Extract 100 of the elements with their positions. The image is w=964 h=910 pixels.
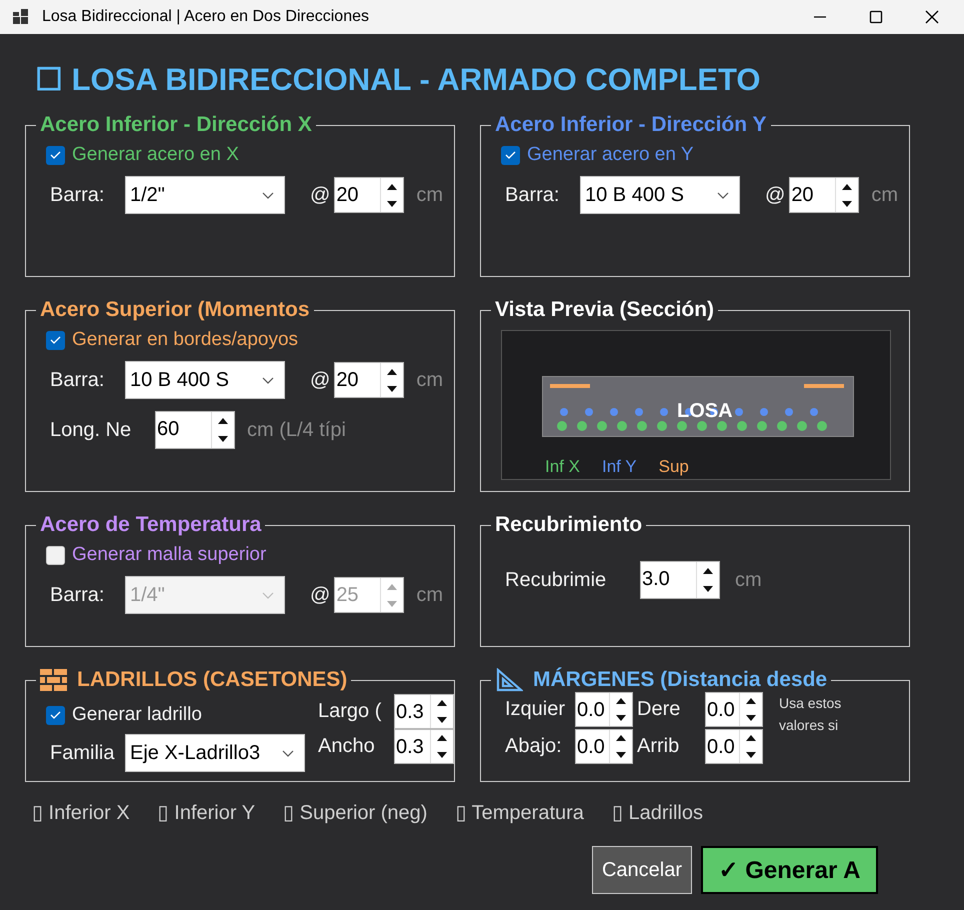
- field-label: Abajo:: [505, 735, 563, 758]
- group-title: Vista Previa (Sección): [495, 298, 714, 322]
- field-label: Largo (: [318, 700, 382, 723]
- window-title: Losa Bidireccional | Acero en Dos Direcciones: [42, 8, 370, 26]
- at-label: @: [765, 184, 786, 206]
- group-title: Recubrimiento: [495, 513, 642, 537]
- up-arrow-icon[interactable]: [387, 368, 398, 374]
- down-arrow-icon[interactable]: [616, 714, 626, 721]
- app-icon: [12, 8, 30, 26]
- at-label: @: [310, 584, 330, 606]
- number-field[interactable]: 20: [334, 362, 404, 398]
- generate-button[interactable]: ✓ Generar A: [701, 846, 878, 894]
- checkbox[interactable]: [46, 706, 65, 724]
- down-arrow-icon[interactable]: [842, 200, 852, 206]
- dropdown[interactable]: 10 B 400 S: [580, 176, 740, 214]
- unit-label: cm: [416, 184, 443, 206]
- down-arrow-icon[interactable]: [746, 714, 756, 721]
- brick-wall-icon: [40, 669, 67, 691]
- down-arrow-icon[interactable]: [616, 752, 626, 758]
- checkbox[interactable]: [501, 146, 520, 164]
- down-arrow-icon[interactable]: [387, 200, 398, 206]
- at-label: @: [310, 368, 330, 392]
- checkbox[interactable]: [46, 330, 65, 350]
- field-label: Long. Ne: [50, 418, 132, 442]
- number-field[interactable]: 0.3: [394, 729, 454, 764]
- down-arrow-icon[interactable]: [746, 752, 756, 758]
- chevron-down-icon[interactable]: [717, 192, 729, 198]
- unit-label: cm: [735, 568, 762, 592]
- group-title: LADRILLOS (CASETONES): [77, 668, 348, 692]
- number-field[interactable]: 20: [789, 177, 860, 213]
- group-title: Acero de Temperatura: [40, 513, 262, 537]
- down-arrow-icon[interactable]: [437, 716, 447, 723]
- field-label: Familia: [50, 742, 116, 764]
- dropdown[interactable]: 1/2": [125, 176, 285, 214]
- at-label: @: [310, 184, 330, 206]
- maximize-icon[interactable]: [869, 10, 883, 24]
- checkbox-label: Generar malla superior: [72, 544, 266, 566]
- check-icon: [50, 711, 61, 719]
- unit-label: cm: [416, 584, 443, 606]
- checkbox-label: Generar acero en X: [72, 144, 239, 166]
- cancel-button[interactable]: Cancelar: [592, 846, 692, 894]
- up-arrow-icon[interactable]: [387, 184, 398, 190]
- up-arrow-icon[interactable]: [437, 700, 447, 706]
- legend-item: ▯ Inferior X: [32, 801, 130, 825]
- dropdown[interactable]: 10 B 400 S: [125, 361, 285, 399]
- check-icon: [50, 151, 61, 159]
- group-title: Acero Superior (Momentos: [40, 298, 310, 322]
- group-title: MÁRGENES (Distancia desde: [533, 668, 828, 692]
- legend-item: ▯ Inferior Y: [158, 801, 256, 825]
- number-field[interactable]: 20: [334, 177, 404, 213]
- down-arrow-icon[interactable]: [437, 752, 447, 758]
- field-label: Recubrimie: [505, 568, 608, 592]
- checkbox-label: Generar acero en Y: [527, 144, 694, 166]
- chevron-down-icon[interactable]: [262, 376, 274, 384]
- legend-label: Inf Y: [602, 457, 637, 477]
- legend-item: ▯ Temperatura: [455, 801, 584, 825]
- checkbox[interactable]: [46, 146, 65, 164]
- up-arrow-icon[interactable]: [703, 568, 713, 574]
- field-label: Dere: [637, 698, 682, 721]
- number-field[interactable]: 0.0: [705, 692, 763, 727]
- unit-label: cm: [871, 184, 898, 206]
- number-field[interactable]: 60: [155, 411, 235, 449]
- number-field[interactable]: 0.0: [705, 729, 763, 764]
- chevron-down-icon[interactable]: [282, 750, 294, 756]
- number-field[interactable]: 0.0: [575, 729, 633, 764]
- number-field[interactable]: 0.3: [394, 694, 454, 729]
- close-icon[interactable]: [925, 10, 939, 24]
- up-arrow-icon[interactable]: [746, 735, 756, 742]
- legend-item: ▯ Superior (neg): [283, 801, 428, 825]
- checkbox-label: Generar en bordes/apoyos: [72, 329, 298, 351]
- number-field[interactable]: 3.0: [640, 561, 720, 599]
- chevron-down-icon[interactable]: [262, 192, 274, 198]
- unit-label: cm (L/4 típi: [247, 418, 346, 442]
- up-arrow-icon[interactable]: [746, 698, 756, 704]
- hint-text: Usa estos valores si: [779, 694, 842, 735]
- up-arrow-icon[interactable]: [842, 184, 852, 190]
- number-field[interactable]: 0.0: [575, 692, 633, 727]
- up-arrow-icon[interactable]: [437, 735, 447, 742]
- legend-item: ▯ Ladrillos: [612, 801, 703, 825]
- legend-label: Inf X: [545, 457, 580, 477]
- unit-label: cm: [416, 368, 443, 392]
- group-title: Acero Inferior - Dirección Y: [495, 113, 767, 137]
- up-arrow-icon[interactable]: [218, 418, 228, 424]
- field-label: Barra:: [50, 584, 106, 606]
- down-arrow-icon[interactable]: [387, 386, 398, 392]
- group-title: Acero Inferior - Dirección X: [40, 113, 312, 137]
- slab-label: LOSA: [677, 400, 733, 423]
- field-label: Arrib: [637, 735, 680, 758]
- dropdown[interactable]: Eje X-Ladrillo3: [125, 734, 305, 772]
- field-label: Barra:: [505, 184, 560, 206]
- up-arrow-icon[interactable]: [616, 735, 626, 742]
- field-label: Barra:: [50, 368, 106, 392]
- field-label: Ancho: [318, 735, 376, 758]
- up-arrow-icon[interactable]: [616, 698, 626, 704]
- check-icon: [50, 336, 61, 344]
- checkbox[interactable]: [46, 546, 65, 564]
- field-label: Barra:: [50, 184, 106, 206]
- down-arrow-icon[interactable]: [218, 436, 228, 442]
- down-arrow-icon[interactable]: [703, 586, 713, 592]
- checkbox-label: Generar ladrillo: [72, 704, 202, 726]
